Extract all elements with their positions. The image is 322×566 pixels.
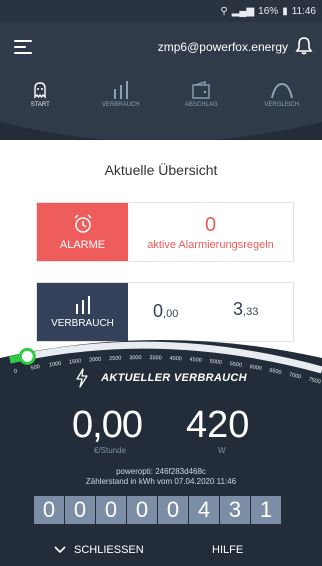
tab-start[interactable]: START bbox=[0, 72, 81, 114]
tab-label: VERBRAUCH bbox=[101, 102, 140, 108]
bar-chart-icon bbox=[113, 81, 128, 99]
power-gauge: 0500 1000 1500 2000 2500 3000 3500 4000 4500 5000… bbox=[0, 340, 322, 566]
counter-digit: 3 bbox=[220, 496, 250, 524]
close-button[interactable]: SCHLIESSEN bbox=[54, 544, 144, 556]
tab-label: START bbox=[30, 102, 50, 108]
watt-unit: W bbox=[218, 446, 226, 455]
gauge-tick-label: 3500 bbox=[149, 355, 161, 361]
device-id: poweropti: 246f283d468c bbox=[116, 467, 206, 476]
arc-icon bbox=[270, 82, 293, 99]
help-button[interactable]: HILFE bbox=[212, 544, 243, 556]
gauge-tick-label: 3000 bbox=[129, 355, 141, 361]
counter-digit: 0 bbox=[96, 496, 126, 524]
alarm-count: 0 bbox=[204, 213, 217, 236]
cost-value: 0,00 bbox=[72, 404, 143, 446]
lightning-icon bbox=[76, 368, 88, 388]
status-bar: ⚲ ▂▄▆ 16% ▮ 11:46 bbox=[0, 0, 322, 22]
counter-digit: 0 bbox=[127, 496, 157, 524]
meter-info: poweropti: 246f283d468c Zählerstand in k… bbox=[0, 467, 322, 487]
signal-icon: ▂▄▆ bbox=[231, 5, 255, 17]
cost-unit: €/Stunde bbox=[94, 446, 127, 455]
current-usage-label: AKTUELLER VERBRAUCH bbox=[101, 372, 247, 384]
page-title: Aktuelle Übersicht bbox=[104, 162, 218, 178]
alarm-button[interactable]: ALARME bbox=[37, 203, 128, 261]
counter-digit: 0 bbox=[34, 496, 64, 524]
app-bar: zmp6@powerfox.energy bbox=[0, 22, 322, 78]
alarm-card[interactable]: ALARME 0 aktive Alarmierungsregeln bbox=[36, 202, 294, 262]
bottom-bar: SCHLIESSEN HILFE bbox=[0, 536, 322, 566]
counter-digit: 0 bbox=[65, 496, 95, 524]
gauge-tick-label: 4500 bbox=[189, 357, 202, 364]
account-email: zmp6@powerfox.energy bbox=[157, 40, 288, 54]
tab-label: VERGLEICH bbox=[264, 102, 300, 108]
wallet-icon bbox=[192, 81, 210, 99]
meter-reading-label: Zählerstand in kWh vom 07.04.2020 11:46 bbox=[85, 477, 237, 486]
ghost-icon bbox=[34, 82, 46, 99]
counter-digit: 4 bbox=[189, 496, 219, 524]
meter-counter: 0 0 0 0 0 4 3 1 bbox=[34, 496, 281, 524]
counter-digit: 0 bbox=[158, 496, 188, 524]
watt-value: 420 bbox=[186, 404, 250, 446]
alarm-clock-icon bbox=[73, 214, 92, 233]
gauge-panel: 0 500 1000 1500 2000 2500 3000 3500 4000 4500 5000… bbox=[0, 330, 322, 566]
alarm-description: aktive Alarmierungsregeln bbox=[147, 238, 274, 251]
usage-value-2: 3,33 bbox=[233, 299, 259, 319]
close-label: SCHLIESSEN bbox=[74, 544, 144, 556]
tab-label: ABSCHLAG bbox=[184, 102, 218, 108]
overview-panel: Aktuelle Übersicht ALARME 0 aktive Alarm… bbox=[0, 140, 322, 360]
tab-vergleich[interactable]: VERGLEICH bbox=[242, 72, 322, 114]
gauge-tick-label: 4000 bbox=[169, 356, 182, 363]
battery-icon: ▮ bbox=[282, 5, 288, 17]
menu-icon[interactable] bbox=[14, 40, 32, 54]
alarm-label: ALARME bbox=[59, 239, 106, 251]
current-usage-title: AKTUELLER VERBRAUCH bbox=[0, 368, 322, 388]
gauge-tick-label: 2000 bbox=[89, 357, 102, 364]
bar-chart-icon bbox=[75, 295, 90, 314]
location-icon: ⚲ bbox=[220, 5, 228, 17]
tab-abschlag[interactable]: ABSCHLAG bbox=[161, 72, 242, 114]
tab-verbrauch[interactable]: VERBRAUCH bbox=[81, 72, 162, 114]
nav-tabs: START VERBRAUCH ABSCHLAG VERGLEICH bbox=[0, 72, 322, 114]
chevron-down-icon bbox=[54, 546, 66, 554]
usage-value-1: 0,00 bbox=[153, 301, 179, 321]
gauge-knob bbox=[18, 347, 36, 365]
counter-digit: 1 bbox=[251, 496, 281, 524]
battery-level: 16% bbox=[258, 5, 279, 17]
bell-icon[interactable] bbox=[294, 36, 314, 56]
usage-label: VERBRAUCH bbox=[51, 317, 114, 329]
gauge-tick-label: 2500 bbox=[109, 356, 122, 363]
clock: 11:46 bbox=[291, 5, 316, 17]
